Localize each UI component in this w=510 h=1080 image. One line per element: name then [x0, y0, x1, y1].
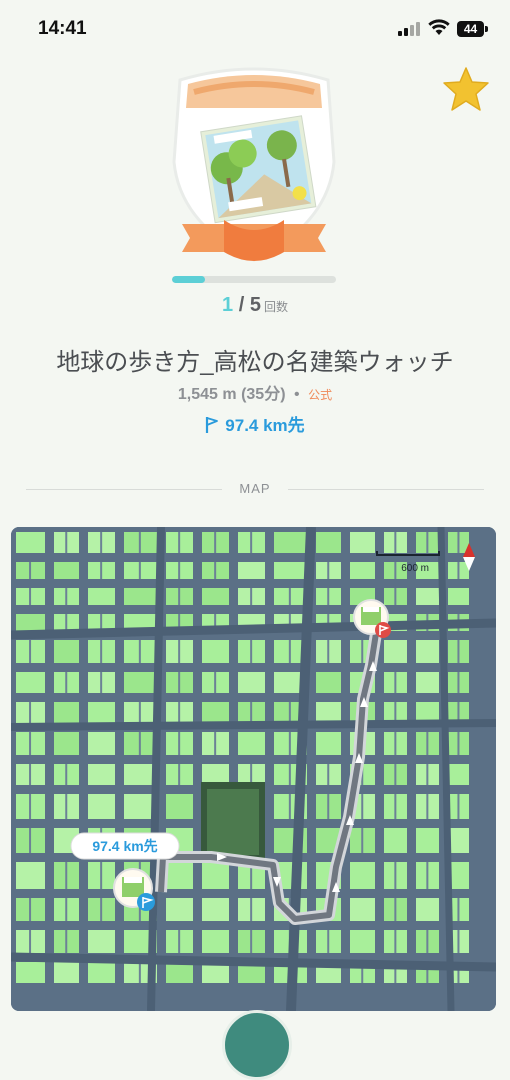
signal-icon [398, 22, 420, 36]
route-distance: 97.4 km先 [0, 411, 510, 436]
map-section-divider: MAP [26, 480, 484, 500]
battery-icon: 44 [457, 21, 489, 37]
progress-current: 1 [222, 294, 234, 316]
wifi-icon [428, 19, 450, 35]
route-duration: (35分) [241, 386, 286, 403]
flag-icon [206, 417, 219, 433]
status-bar: 14:41 44 [0, 0, 510, 50]
progress-bar [172, 276, 336, 283]
progress-unit: 回数 [263, 300, 288, 314]
official-label: 公式 [308, 388, 333, 402]
route-title: 地球の歩き方_高松の名建築ウォッチ [56, 349, 454, 376]
map-scale-label: 600 m [401, 563, 429, 574]
route-meta: 1,545 m (35分) • 公式 [0, 380, 510, 404]
route-badge-image [172, 67, 336, 262]
favorite-star-icon[interactable] [442, 66, 490, 112]
route-map[interactable]: 600 m 97.4 km先 [11, 527, 496, 1011]
progress-bar-fill [172, 276, 205, 283]
progress-count: 1 / 5 回数 [0, 294, 510, 317]
map-canvas[interactable]: 600 m 97.4 km先 [11, 527, 496, 1011]
meta-separator: • [294, 386, 300, 403]
route-length: 1,545 m [177, 386, 237, 403]
route-distance-text: 97.4 km先 [225, 416, 305, 435]
distance-callout-text: 97.4 km先 [92, 838, 157, 854]
status-time: 14:41 [38, 18, 87, 39]
distance-callout: 97.4 km先 [70, 832, 180, 860]
progress-separator: / [233, 294, 250, 316]
progress-total: 5 [249, 294, 261, 316]
bottom-action-button[interactable] [222, 1010, 292, 1080]
park-area [201, 782, 265, 862]
battery-level: 44 [463, 22, 478, 36]
